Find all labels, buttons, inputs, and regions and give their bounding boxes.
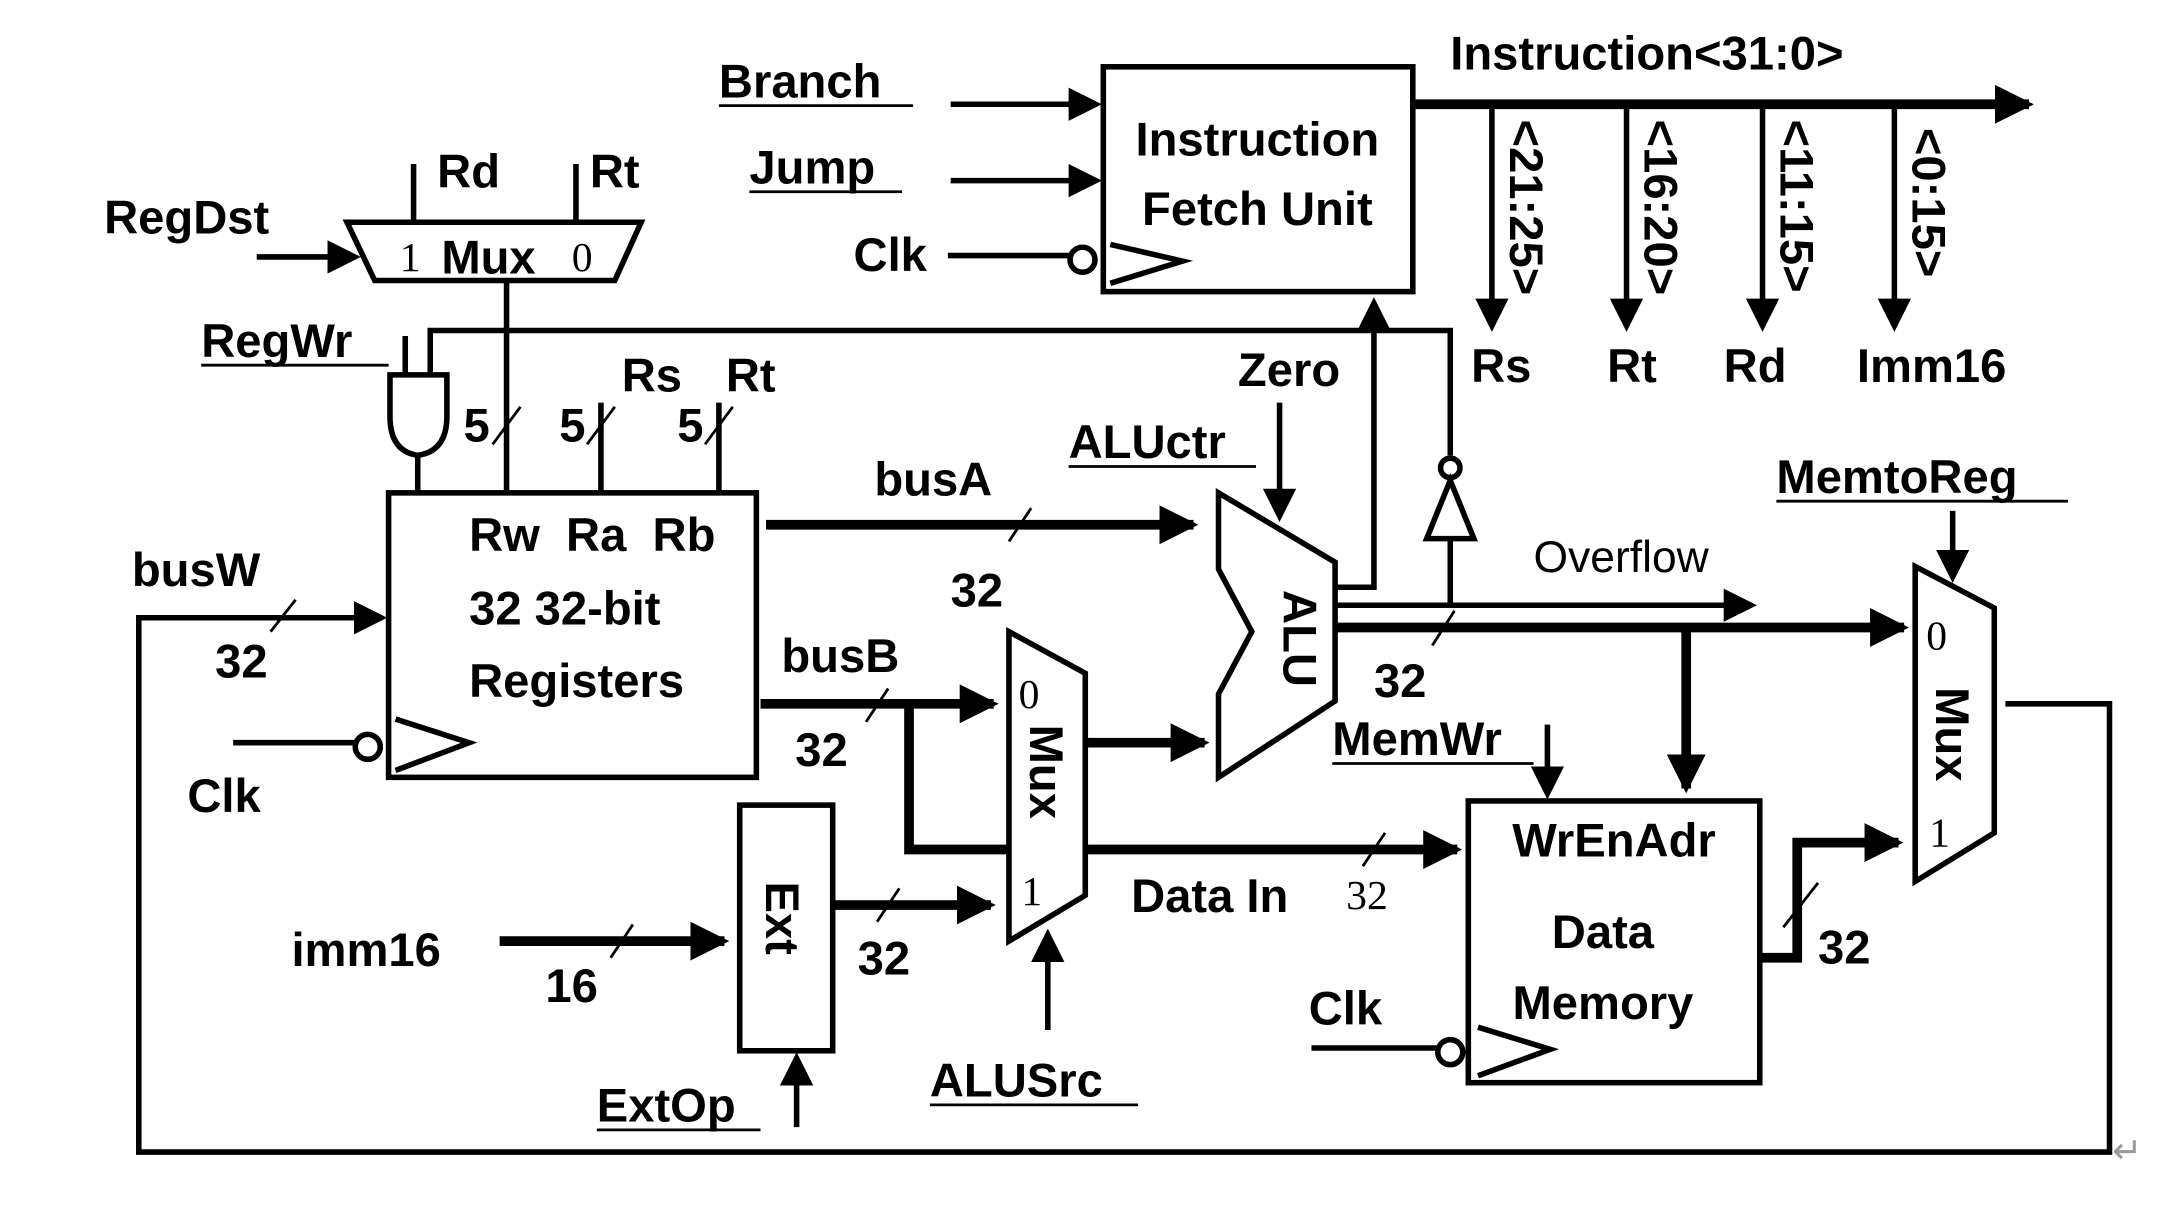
overflow-label: Overflow <box>1534 533 1710 582</box>
jump-label: Jump <box>749 140 875 193</box>
ifu-label-2: Fetch Unit <box>1142 182 1373 235</box>
register-ports: Rw Ra Rb <box>469 508 715 561</box>
field-imm16: Imm16 <box>1857 339 2006 392</box>
regdst-mux: 1 Mux 0 <box>342 219 646 284</box>
busa-label: busA <box>874 453 992 506</box>
busw-width: 32 <box>215 634 267 687</box>
alu: ALU <box>1215 487 1338 783</box>
ifu-label-1: Instruction <box>1136 113 1380 166</box>
ra-width: 5 <box>559 399 585 452</box>
return-mark: ↵ <box>2112 1130 2142 1172</box>
memtoreg-mux-in1: 1 <box>1929 811 1950 857</box>
alusrc-label: ALUSrc <box>930 1054 1103 1107</box>
single-cycle-datapath-diagram: Instruction Fetch Unit Branch Jump Clk I… <box>104 27 2142 1173</box>
extop-label: ExtOp <box>597 1079 736 1132</box>
alusrc-mux-in1: 1 <box>1021 869 1042 915</box>
data-in-label: Data In <box>1131 869 1288 922</box>
alusrc-mux-in0: 0 <box>1019 672 1040 718</box>
busw-label: busW <box>132 543 261 596</box>
data-in-width: 32 <box>1346 873 1388 919</box>
regdst-rt-label: Rt <box>590 145 640 198</box>
ext-label: Ext <box>756 881 809 955</box>
alu-result-width: 32 <box>1374 654 1426 707</box>
field-rt: Rt <box>1607 339 1657 392</box>
data-memory-label-2: Data <box>1552 905 1655 958</box>
alusrc-mux-label: Mux <box>1020 725 1073 819</box>
alusrc-mux: 0 Mux 1 <box>1006 626 1089 947</box>
extender: Ext <box>736 802 836 1054</box>
clock-bubble-icon <box>1067 244 1098 275</box>
memtoreg-mux: 0 Mux 1 <box>1912 561 1998 887</box>
memtoreg-mux-label: Mux <box>1926 687 1979 781</box>
instruction-fetch-unit: Instruction Fetch Unit <box>1100 64 1416 295</box>
branch-label: Branch <box>719 54 882 107</box>
field-bits-rs: <21:25> <box>1500 120 1553 296</box>
regdst-label: RegDst <box>104 190 269 243</box>
busb-width: 32 <box>795 723 847 776</box>
busb-label: busB <box>781 629 899 682</box>
rb-width: 5 <box>677 399 703 452</box>
zero-label: Zero <box>1238 343 1340 396</box>
alu-label: ALU <box>1274 590 1327 687</box>
regdst-mux-in0: 0 <box>572 235 593 281</box>
imm16-label: imm16 <box>291 923 440 976</box>
field-bits-rd: <11:15> <box>1771 120 1824 293</box>
imm16-width: 16 <box>545 959 597 1012</box>
field-rd: Rd <box>1724 339 1787 392</box>
regdst-mux-in1: 1 <box>400 235 421 281</box>
ra-rs-label: Rs <box>622 349 682 402</box>
wire <box>1100 64 1416 295</box>
data-memory: WrEnAdr Data Memory <box>1465 798 1763 1086</box>
memwr-label: MemWr <box>1332 712 1502 765</box>
ext-out-width: 32 <box>858 931 910 984</box>
busa-width: 32 <box>951 564 1003 617</box>
instruction-bus-label: Instruction<31:0> <box>1450 27 1843 80</box>
clock-bubble-icon <box>1435 1036 1466 1068</box>
memtoreg-mux-in0: 0 <box>1926 614 1947 660</box>
rw-width: 5 <box>464 399 490 452</box>
register-file: Rw Ra Rb 32 32-bit Registers <box>385 490 760 781</box>
zero-wire <box>1335 297 1391 591</box>
regdst-rd-label: Rd <box>437 145 500 198</box>
data-memory-ports: WrEnAdr <box>1512 813 1716 866</box>
instruction-field-taps: <21:25> <16:20> <11:15> <0:15> Rs Rt Rd … <box>1471 104 2006 392</box>
field-bits-imm16: <0:15> <box>1902 128 1955 278</box>
mem-clk-label: Clk <box>1309 981 1383 1034</box>
register-label-2: 32 32-bit <box>469 582 661 635</box>
ifu-clk-label: Clk <box>854 228 928 281</box>
mem-out-width: 32 <box>1818 920 1870 973</box>
reg-clk-label: Clk <box>187 769 261 822</box>
clock-bubble-icon <box>352 731 384 763</box>
and-gate-icon <box>387 372 450 459</box>
inverter-icon <box>1422 472 1478 542</box>
register-label-3: Registers <box>469 654 684 707</box>
rb-rt-label: Rt <box>726 349 776 402</box>
regwr-label: RegWr <box>201 314 352 367</box>
regdst-mux-label: Mux <box>441 231 535 284</box>
field-rs: Rs <box>1471 339 1531 392</box>
aluctr-label: ALUctr <box>1069 415 1226 468</box>
field-bits-rt: <16:20> <box>1635 120 1688 296</box>
memtoreg-label: MemtoReg <box>1776 450 2017 503</box>
data-memory-label-3: Memory <box>1512 976 1693 1029</box>
